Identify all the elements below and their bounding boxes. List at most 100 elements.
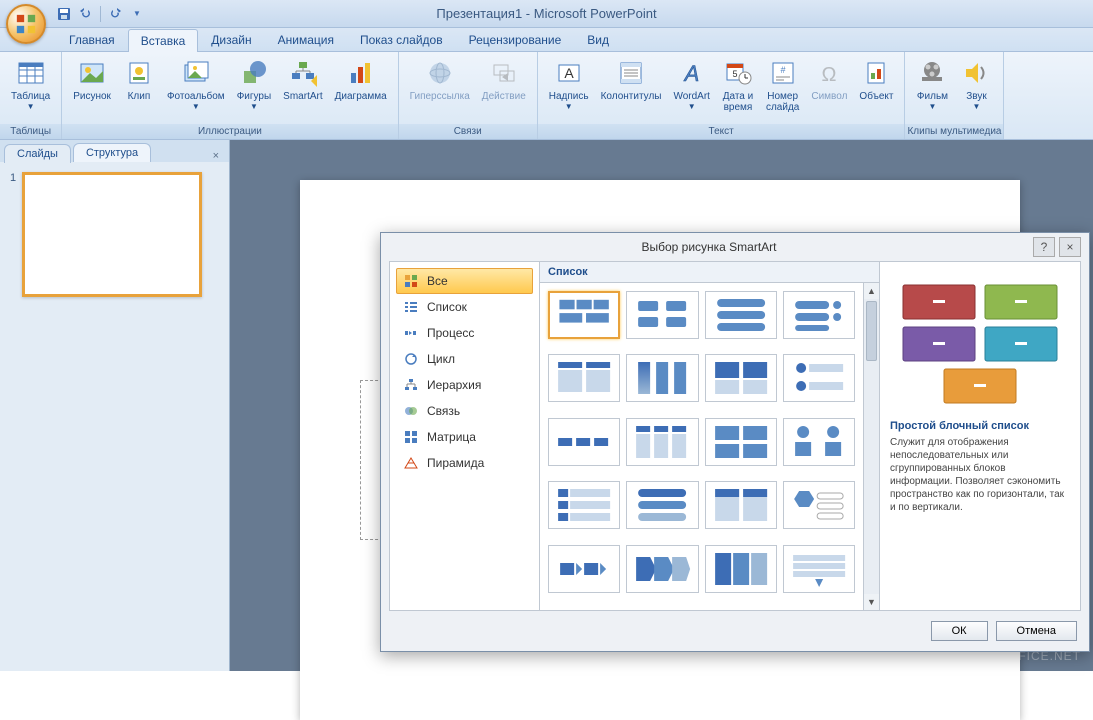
scroll-up-icon[interactable]: ▲ [864,283,879,299]
cat-hierarchy[interactable]: Иерархия [396,372,533,398]
gallery-item[interactable] [548,545,620,593]
svg-text:A: A [564,65,574,81]
btn-slidenum[interactable]: # Номер слайда [761,54,804,116]
pyramid-icon [403,455,419,471]
gallery-item[interactable] [705,418,777,466]
preview-image [890,272,1070,412]
qat-redo-icon[interactable] [107,6,123,22]
gallery-item[interactable] [626,481,698,529]
cat-matrix[interactable]: Матрица [396,424,533,450]
cancel-button[interactable]: Отмена [996,621,1077,641]
cat-cycle[interactable]: Цикл [396,346,533,372]
btn-table[interactable]: Таблица ▼ [6,54,55,114]
tab-home[interactable]: Главная [56,28,128,51]
btn-picture[interactable]: Рисунок [68,54,116,105]
btn-chart[interactable]: Диаграмма [330,54,392,105]
tab-animation[interactable]: Анимация [265,28,347,51]
gallery-item[interactable] [705,354,777,402]
slide-thumb-1[interactable]: 1 [10,172,219,297]
relationship-icon [403,403,419,419]
gallery-item[interactable] [548,354,620,402]
close-panel-icon[interactable]: × [209,150,223,162]
ok-button[interactable]: ОК [931,621,988,641]
symbol-icon: Ω [813,57,845,89]
tab-review[interactable]: Рецензирование [456,28,575,51]
gallery-item[interactable] [548,291,620,339]
tab-slideshow[interactable]: Показ слайдов [347,28,456,51]
cat-all[interactable]: Все [396,268,533,294]
gallery-item[interactable] [783,291,855,339]
slidenum-icon: # [767,57,799,89]
office-button[interactable] [6,4,46,44]
smartart-preview: Простой блочный список Служит для отобра… [880,262,1080,610]
tab-design[interactable]: Дизайн [198,28,264,51]
btn-wordart[interactable]: A WordArt ▼ [668,54,715,114]
dialog-help-button[interactable]: ? [1033,237,1055,257]
gallery-item[interactable] [626,545,698,593]
qat-dropdown-icon[interactable]: ▼ [129,6,145,22]
btn-textbox[interactable]: A Надпись ▼ [544,54,594,114]
group-illustrations-label: Иллюстрации [62,124,397,139]
btn-hyperlink-label: Гиперссылка [410,91,470,102]
gallery-item[interactable] [705,291,777,339]
hierarchy-icon [403,377,419,393]
gallery-item[interactable] [548,481,620,529]
btn-clip[interactable]: Клип [118,54,160,105]
gallery-item[interactable] [783,354,855,402]
gallery-item[interactable] [783,481,855,529]
cycle-icon [403,351,419,367]
qat-save-icon[interactable] [56,6,72,22]
gallery-item[interactable] [705,481,777,529]
dialog-close-button[interactable]: × [1059,237,1081,257]
gallery-scrollbar[interactable]: ▲ ▼ [863,283,879,610]
gallery-item[interactable] [626,354,698,402]
cat-cycle-label: Цикл [427,352,455,366]
gallery-item[interactable] [548,418,620,466]
smartart-dialog: Выбор рисунка SmartArt ? × Все Список Пр… [380,232,1090,652]
btn-album[interactable]: Фотоальбом ▼ [162,54,230,114]
datetime-icon: 5 [722,57,754,89]
cat-list[interactable]: Список [396,294,533,320]
preview-description: Служит для отображения непоследовательны… [890,436,1070,514]
btn-sound[interactable]: Звук ▼ [955,54,997,114]
hyperlink-icon [424,57,456,89]
table-icon [15,57,47,89]
ribbon-tabs: Главная Вставка Дизайн Анимация Показ сл… [0,28,1093,52]
gallery-item[interactable] [783,418,855,466]
btn-headerfooter-label: Колонтитулы [601,91,662,102]
window-title: Презентация1 - Microsoft PowerPoint [436,6,656,21]
group-illustrations: Рисунок Клип Фотоальбом ▼ Фигуры ▼ Smart… [62,52,398,139]
group-links-label: Связи [399,124,537,139]
btn-table-label: Таблица [11,91,50,102]
tab-insert[interactable]: Вставка [128,29,199,52]
btn-object[interactable]: Объект [854,54,898,105]
all-icon [403,273,419,289]
cat-relationship[interactable]: Связь [396,398,533,424]
gallery-item[interactable] [783,545,855,593]
tab-outline[interactable]: Структура [73,143,151,162]
dialog-titlebar[interactable]: Выбор рисунка SmartArt ? × [381,233,1089,261]
gallery-item[interactable] [705,545,777,593]
qat-undo-icon[interactable] [78,6,94,22]
btn-shapes[interactable]: Фигуры ▼ [232,54,276,114]
shapes-icon [238,57,270,89]
scroll-thumb[interactable] [866,301,877,361]
tab-slides[interactable]: Слайды [4,144,71,163]
tab-view[interactable]: Вид [574,28,622,51]
btn-smartart[interactable]: SmartArt [278,54,327,105]
chart-icon [345,57,377,89]
gallery-item[interactable] [626,418,698,466]
btn-datetime-label: Дата и время [723,91,754,113]
dropdown-arrow-icon: ▼ [973,102,981,111]
preview-title: Простой блочный список [890,420,1070,432]
btn-headerfooter[interactable]: Колонтитулы [596,54,667,105]
cat-process[interactable]: Процесс [396,320,533,346]
btn-symbol: Ω Символ [806,54,852,105]
scroll-down-icon[interactable]: ▼ [864,594,879,610]
gallery-item[interactable] [626,291,698,339]
btn-movie[interactable]: Фильм ▼ [911,54,953,114]
svg-text:Ω: Ω [822,64,837,86]
group-media: Фильм ▼ Звук ▼ Клипы мультимедиа [905,52,1004,139]
btn-datetime[interactable]: 5 Дата и время [717,54,759,116]
cat-pyramid[interactable]: Пирамида [396,450,533,476]
